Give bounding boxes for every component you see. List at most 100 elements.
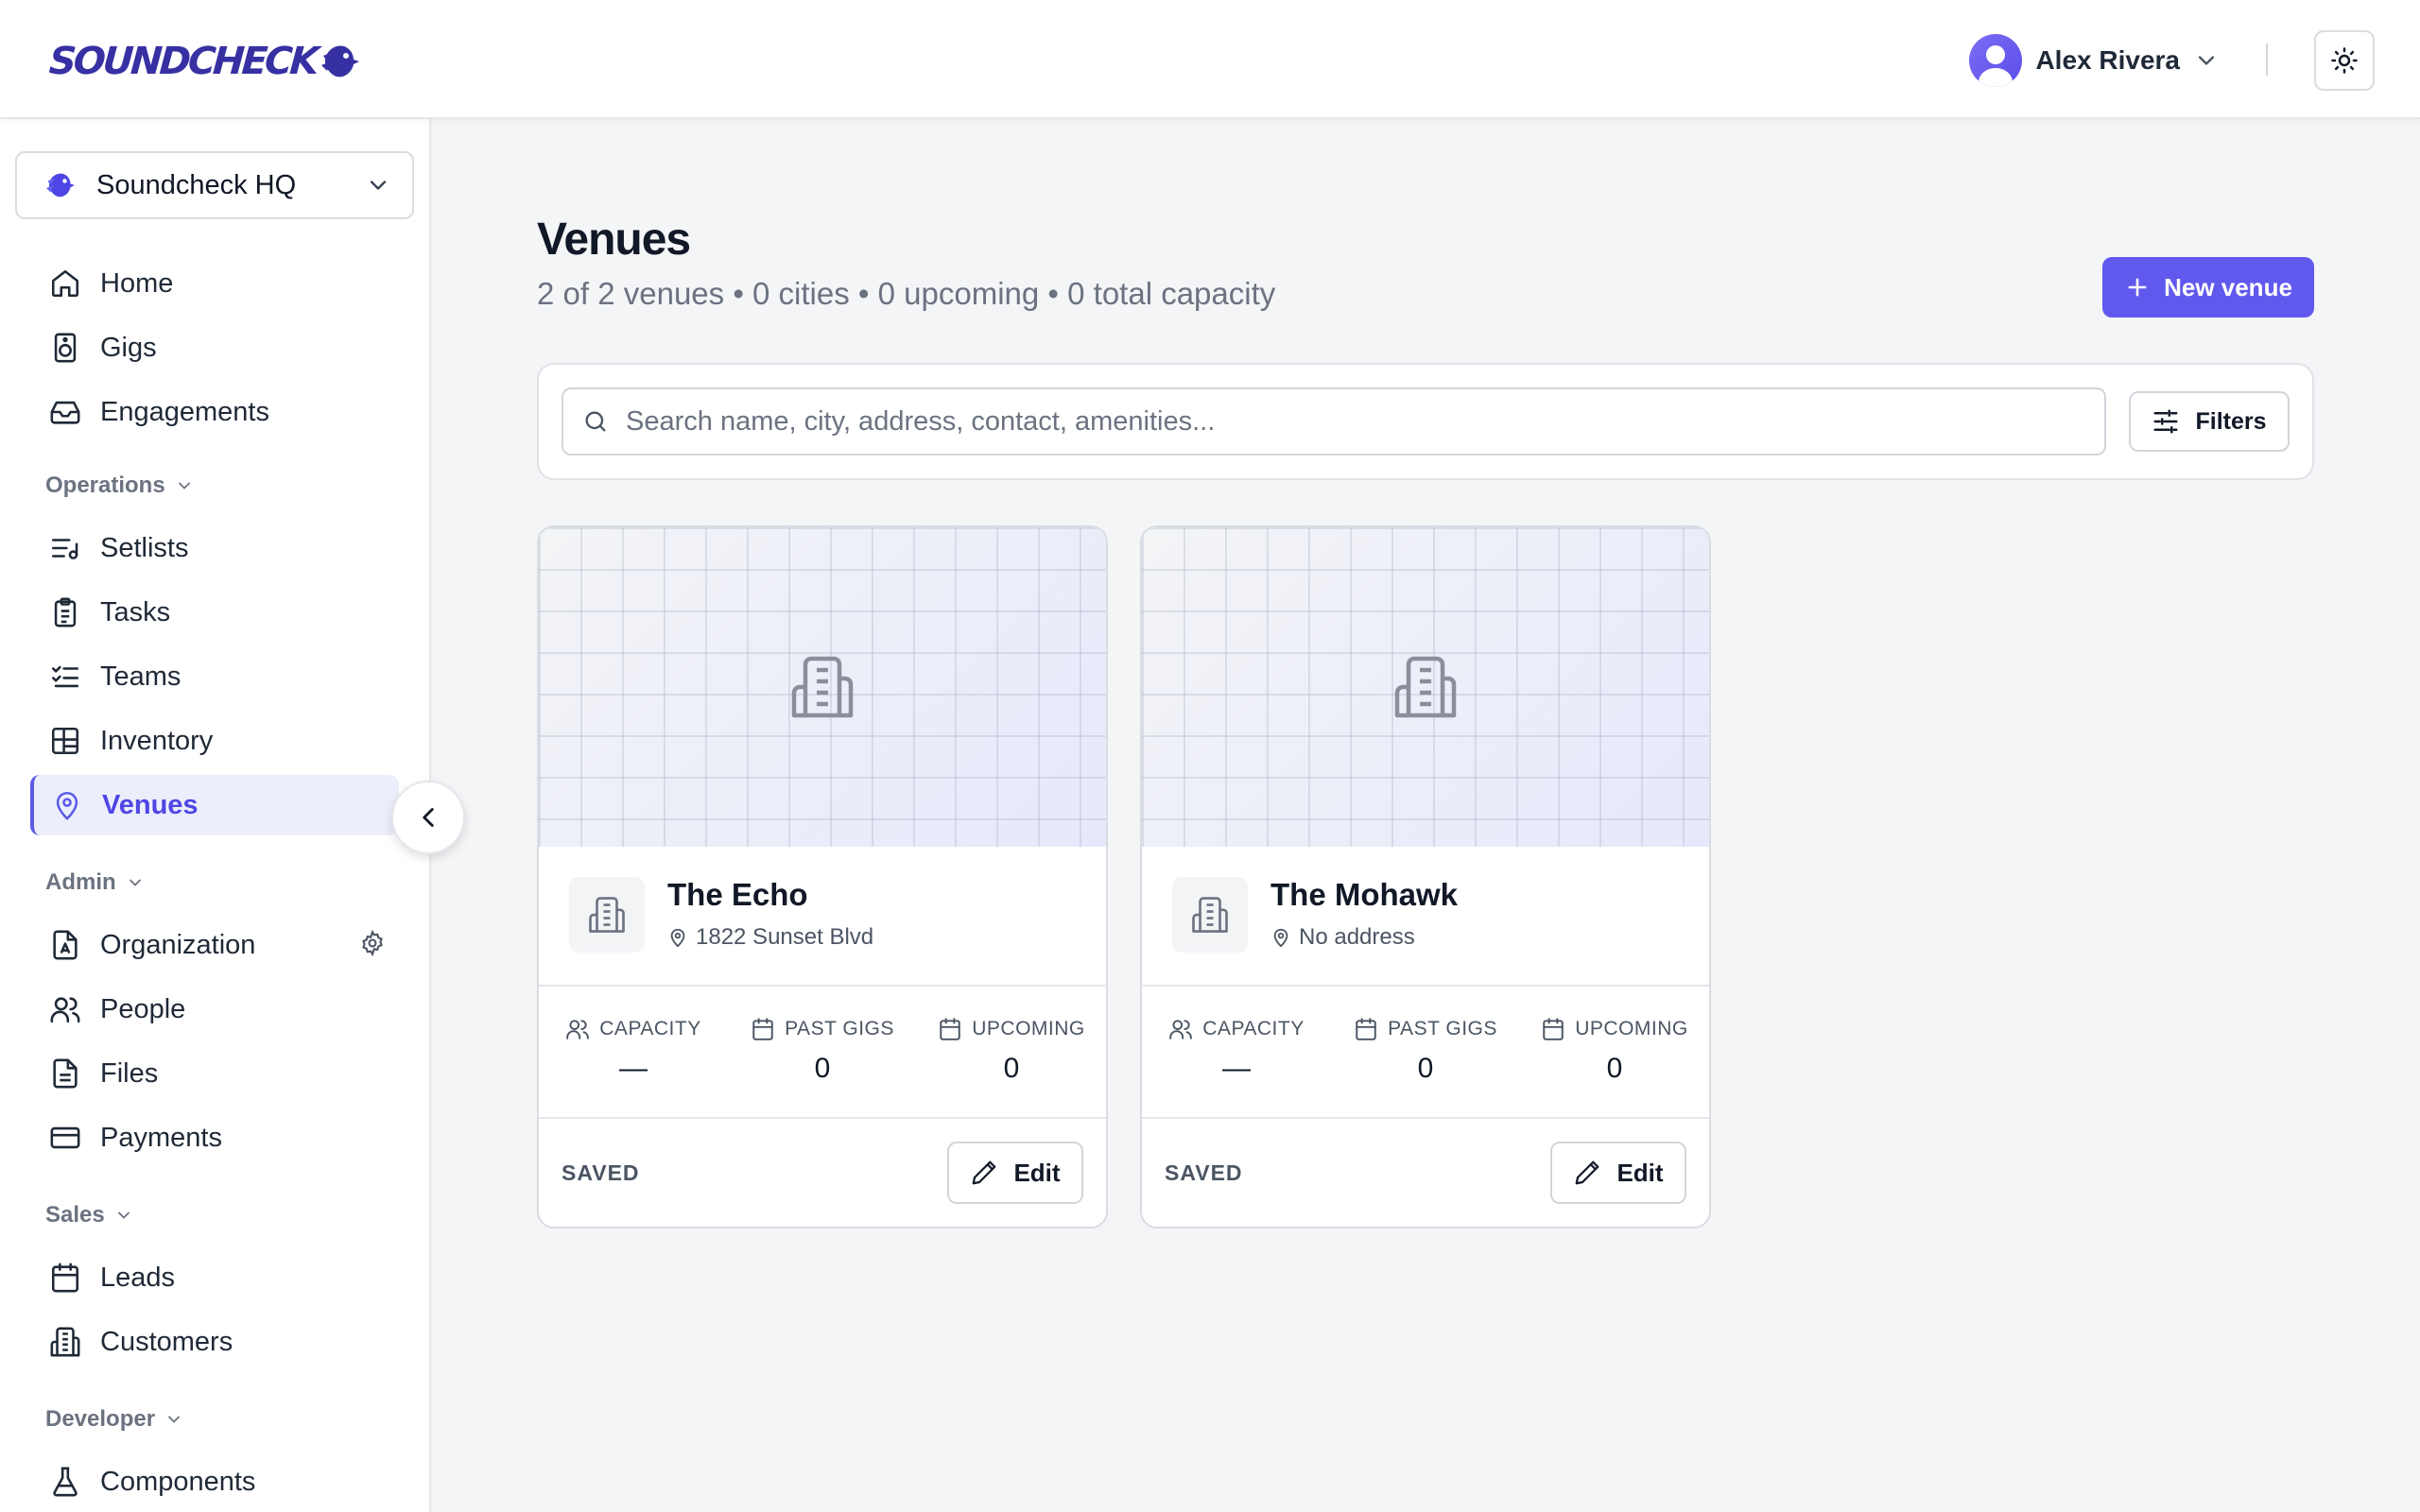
venue-stats: CAPACITY — PAST GIGS 0 UPCOMING 0	[1142, 987, 1709, 1119]
sidebar-item-leads[interactable]: Leads	[30, 1247, 399, 1308]
sidebar-item-payments[interactable]: Payments	[30, 1108, 399, 1168]
venue-name[interactable]: The Echo	[667, 877, 808, 913]
chevron-down-icon	[117, 1211, 130, 1219]
map-pin-icon	[670, 928, 685, 948]
sidebar-item-organization[interactable]: Organization	[30, 915, 399, 975]
calendar-icon	[940, 1018, 960, 1040]
chevron-down-icon	[370, 180, 387, 190]
section-title: Operations	[45, 472, 165, 498]
section-operations[interactable]: Operations	[45, 472, 194, 499]
stat-value: —	[1222, 1053, 1251, 1084]
stat-value: 0	[1606, 1053, 1623, 1084]
stat-past-gigs: PAST GIGS 0	[728, 987, 917, 1117]
sidebar-item-people[interactable]: People	[30, 979, 399, 1040]
sidebar-item-engagements[interactable]: Engagements	[30, 382, 399, 442]
venue-info: The Echo 1822 Sunset Blvd	[539, 847, 1106, 987]
checklist-icon	[51, 665, 79, 688]
sidebar-item-label: Payments	[100, 1122, 222, 1153]
search-input[interactable]	[626, 405, 2104, 438]
stat-capacity: CAPACITY —	[1142, 987, 1331, 1117]
sidebar-item-tasks[interactable]: Tasks	[30, 582, 399, 643]
building-icon	[1394, 656, 1457, 718]
stat-label: UPCOMING	[1575, 1018, 1688, 1040]
avatar	[1969, 34, 2023, 87]
section-sales[interactable]: Sales	[45, 1202, 133, 1228]
venue-address: 1822 Sunset Blvd	[667, 924, 873, 951]
sidebar-item-label: Leads	[100, 1262, 176, 1293]
venue-info: The Mohawk No address	[1142, 847, 1709, 987]
section-title: Developer	[45, 1406, 156, 1432]
inbox-icon	[50, 401, 80, 424]
layout-grid-icon	[51, 727, 79, 755]
sidebar-item-venues[interactable]: Venues	[30, 775, 399, 835]
sidebar-item-setlists[interactable]: Setlists	[30, 518, 399, 578]
stat-upcoming: UPCOMING 0	[917, 987, 1106, 1117]
filters-button[interactable]: Filters	[2129, 391, 2290, 452]
workspace-switcher[interactable]: Soundcheck HQ	[15, 151, 414, 219]
home-icon	[51, 269, 79, 298]
pencil-icon	[1576, 1160, 1599, 1185]
sidebar-item-customers[interactable]: Customers	[30, 1312, 399, 1372]
new-venue-label: New venue	[2164, 272, 2292, 301]
user-menu[interactable]: Alex Rivera	[1969, 32, 2220, 89]
venue-address-text: 1822 Sunset Blvd	[696, 924, 874, 950]
stat-label: PAST GIGS	[1388, 1018, 1497, 1040]
soundcheck-logo[interactable]: SOUNDCHECK	[47, 36, 361, 87]
stat-value: 0	[1417, 1053, 1434, 1084]
page-title: Venues	[537, 215, 691, 265]
section-title: Admin	[45, 869, 116, 895]
stat-label: CAPACITY	[599, 1018, 701, 1040]
section-developer[interactable]: Developer	[45, 1406, 183, 1433]
sun-icon	[2331, 47, 2358, 74]
sidebar-item-label: Gigs	[100, 332, 157, 363]
venue-address: No address	[1270, 924, 1415, 951]
sidebar-item-gigs[interactable]: Gigs	[30, 318, 399, 378]
edit-venue-button[interactable]: Edit	[1550, 1142, 1686, 1204]
venue-footer: SAVED Edit	[1142, 1119, 1709, 1227]
new-venue-button[interactable]: New venue	[2102, 257, 2314, 318]
credit-card-icon	[50, 1126, 80, 1149]
venue-hero-image	[539, 527, 1106, 847]
sidebar-item-inventory[interactable]: Inventory	[30, 711, 399, 771]
sliders-icon	[2153, 409, 2178, 434]
building-icon	[589, 897, 625, 933]
sidebar-item-components[interactable]: Components	[30, 1452, 399, 1512]
stat-label: PAST GIGS	[785, 1018, 894, 1040]
sidebar-item-files[interactable]: Files	[30, 1043, 399, 1104]
sidebar-item-label: Venues	[102, 789, 199, 820]
sidebar-item-label: Customers	[100, 1326, 233, 1357]
search-panel: Filters	[537, 363, 2314, 480]
edit-venue-button[interactable]: Edit	[947, 1142, 1083, 1204]
map-pin-icon	[1273, 928, 1288, 948]
edit-label: Edit	[1616, 1158, 1664, 1187]
logo-text: SOUNDCHECK	[47, 40, 319, 83]
header-divider	[2266, 43, 2268, 76]
gear-icon[interactable]	[359, 930, 386, 956]
stat-upcoming: UPCOMING 0	[1520, 987, 1709, 1117]
venue-card[interactable]: The Mohawk No address CAPACITY — PAST GI…	[1140, 525, 1711, 1228]
venue-address-text: No address	[1299, 924, 1415, 950]
sidebar-item-label: Tasks	[100, 596, 171, 627]
sidebar: Soundcheck HQ Home Gigs Engagements Oper…	[0, 119, 431, 1512]
search-box[interactable]	[562, 387, 2106, 455]
clipboard-icon	[54, 597, 77, 627]
stat-past-gigs: PAST GIGS 0	[1331, 987, 1520, 1117]
stat-capacity: CAPACITY —	[539, 987, 728, 1117]
collapse-sidebar-button[interactable]	[391, 781, 465, 854]
edit-label: Edit	[1013, 1158, 1061, 1187]
sidebar-item-teams[interactable]: Teams	[30, 646, 399, 707]
venue-thumbnail	[1172, 877, 1248, 953]
venue-name[interactable]: The Mohawk	[1270, 877, 1458, 913]
theme-toggle-button[interactable]	[2314, 30, 2375, 91]
page-summary: 2 of 2 venues • 0 cities • 0 upcoming • …	[537, 276, 1276, 311]
chevron-down-icon	[2198, 56, 2215, 65]
users-icon	[1169, 1020, 1193, 1040]
bird-logo-icon	[321, 45, 360, 77]
plus-icon	[2128, 278, 2147, 297]
sidebar-item-home[interactable]: Home	[30, 253, 399, 314]
status-badge: SAVED	[562, 1160, 640, 1185]
venue-stats: CAPACITY — PAST GIGS 0 UPCOMING 0	[539, 987, 1106, 1119]
sidebar-item-label: Setlists	[100, 532, 189, 563]
venue-card[interactable]: The Echo 1822 Sunset Blvd CAPACITY — PAS…	[537, 525, 1108, 1228]
section-admin[interactable]: Admin	[45, 869, 145, 896]
